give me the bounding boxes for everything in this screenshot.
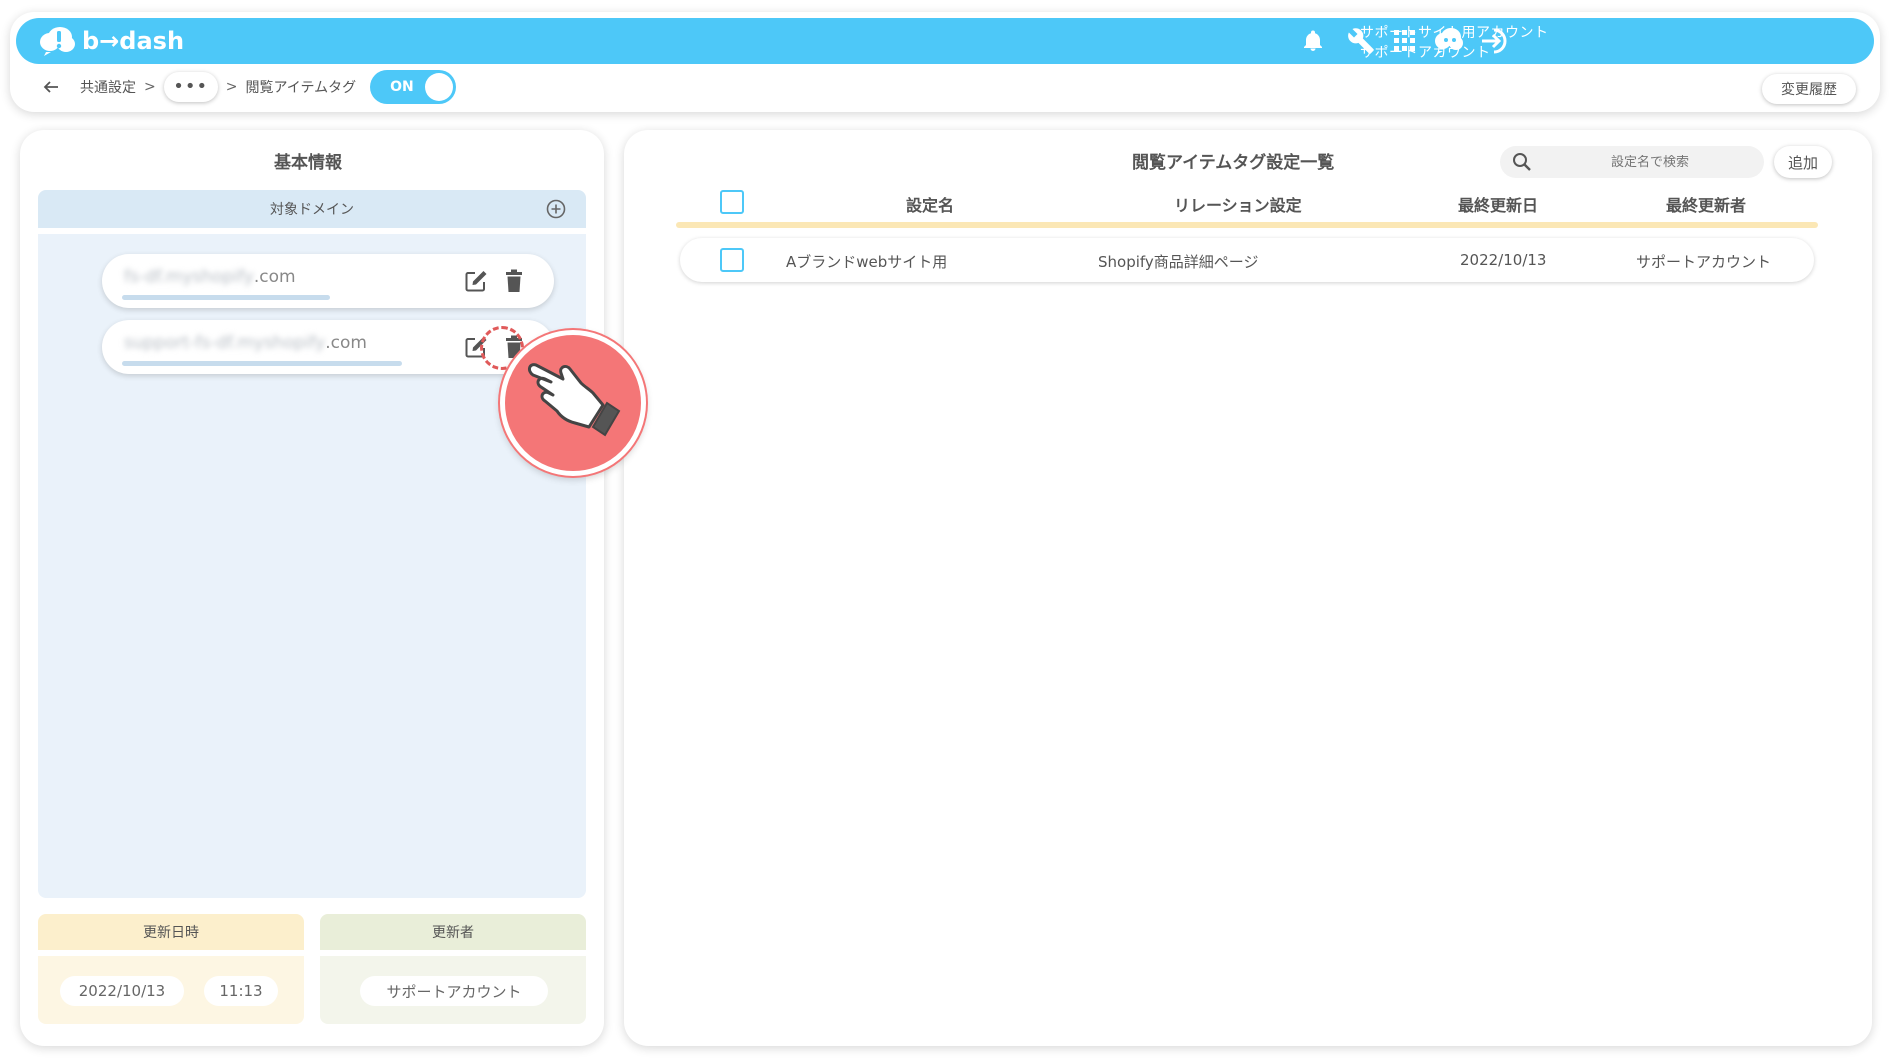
- breadcrumb-current: 閲覧アイテムタグ: [245, 80, 357, 96]
- add-button[interactable]: 追加: [1774, 146, 1832, 178]
- apps-grid-icon[interactable]: [1390, 26, 1420, 56]
- status-toggle[interactable]: ON: [370, 70, 457, 104]
- target-domain-label: 対象ドメイン: [270, 202, 354, 218]
- domain-underline: [122, 361, 402, 366]
- bell-icon[interactable]: [1298, 26, 1328, 56]
- target-domain-header: 対象ドメイン: [38, 190, 586, 228]
- updated-at-body: 2022/10/13 11:13: [38, 956, 304, 1024]
- domain-value: support-fs-df.myshopify .com: [124, 333, 367, 353]
- tag-list-card: 閲覧アイテムタグ設定一覧 追加 設定名 リレーション設定 最終更新日 最終更新者…: [624, 130, 1872, 1046]
- brand-name: b→dash: [82, 27, 185, 55]
- updated-by-body: サポートアカウント: [320, 956, 586, 1024]
- updated-time: 11:13: [204, 976, 278, 1006]
- domain-suffix: .com: [253, 267, 296, 287]
- updated-date: 2022/10/13: [60, 976, 184, 1006]
- brand-logo[interactable]: b→dash: [38, 26, 184, 56]
- domain-value: fs-df.myshopify .com: [124, 267, 296, 287]
- change-history-button[interactable]: 変更履歴: [1762, 74, 1856, 104]
- tag-list-title: 閲覧アイテムタグ設定一覧: [1118, 148, 1349, 177]
- updated-by-header: 更新者: [320, 914, 586, 950]
- toggle-knob: [425, 73, 454, 101]
- breadcrumb-more-button[interactable]: •••: [163, 72, 218, 102]
- domain-blurred: support-fs-df.myshopify: [124, 333, 326, 353]
- top-bar: b→dash サポートサイト用アカウント サポートアカウント: [16, 18, 1874, 64]
- basic-info-card: 基本情報 対象ドメイン fs-df.myshopify .com support…: [20, 130, 604, 1046]
- search-icon: [1513, 153, 1531, 171]
- breadcrumb-root[interactable]: 共通設定: [80, 77, 136, 97]
- column-header-name[interactable]: 設定名: [906, 192, 954, 216]
- updated-at-header: 更新日時: [38, 914, 304, 950]
- header-card: b→dash サポートサイト用アカウント サポートアカウント: [10, 12, 1880, 112]
- header-divider: [676, 222, 1818, 228]
- domain-suffix: .com: [325, 333, 367, 353]
- search-input[interactable]: [1550, 154, 1750, 170]
- domain-underline: [122, 295, 330, 300]
- column-header-updater[interactable]: 最終更新者: [1666, 192, 1746, 216]
- updated-by-value: サポートアカウント: [360, 976, 548, 1006]
- row-relation: Shopify商品詳細ページ: [1098, 253, 1259, 271]
- domain-item: fs-df.myshopify .com: [102, 254, 554, 308]
- row-setting-name: Aブランドwebサイト用: [786, 253, 948, 271]
- chat-bot-icon[interactable]: [1434, 26, 1464, 56]
- pointing-hand-icon: [527, 363, 621, 437]
- back-arrow-icon[interactable]: [40, 76, 62, 98]
- toggle-label: ON: [390, 79, 414, 95]
- basic-info-title: 基本情報: [260, 148, 356, 177]
- logo-cloud-icon: [40, 27, 75, 56]
- logout-icon[interactable]: [1480, 26, 1510, 56]
- edit-icon[interactable]: [462, 267, 490, 295]
- column-header-relation[interactable]: リレーション設定: [1174, 192, 1302, 216]
- breadcrumb-separator: >: [144, 79, 156, 95]
- add-circle-icon[interactable]: [546, 199, 566, 219]
- breadcrumb: 共通設定 > ••• > 閲覧アイテムタグ ON: [40, 70, 457, 104]
- domain-blurred: fs-df.myshopify: [124, 267, 254, 287]
- breadcrumb-separator: >: [225, 79, 238, 95]
- row-updater: サポートアカウント: [1636, 253, 1772, 271]
- wrench-icon[interactable]: [1346, 26, 1376, 56]
- select-all-checkbox[interactable]: [720, 190, 744, 214]
- trash-icon[interactable]: [500, 267, 528, 295]
- table-row[interactable]: Aブランドwebサイト用 Shopify商品詳細ページ 2022/10/13 サ…: [680, 238, 1814, 282]
- row-checkbox[interactable]: [720, 248, 744, 272]
- row-updated: 2022/10/13: [1460, 251, 1547, 269]
- search-box: [1500, 146, 1764, 178]
- pointer-hint: [500, 330, 646, 476]
- column-header-updated[interactable]: 最終更新日: [1458, 192, 1538, 216]
